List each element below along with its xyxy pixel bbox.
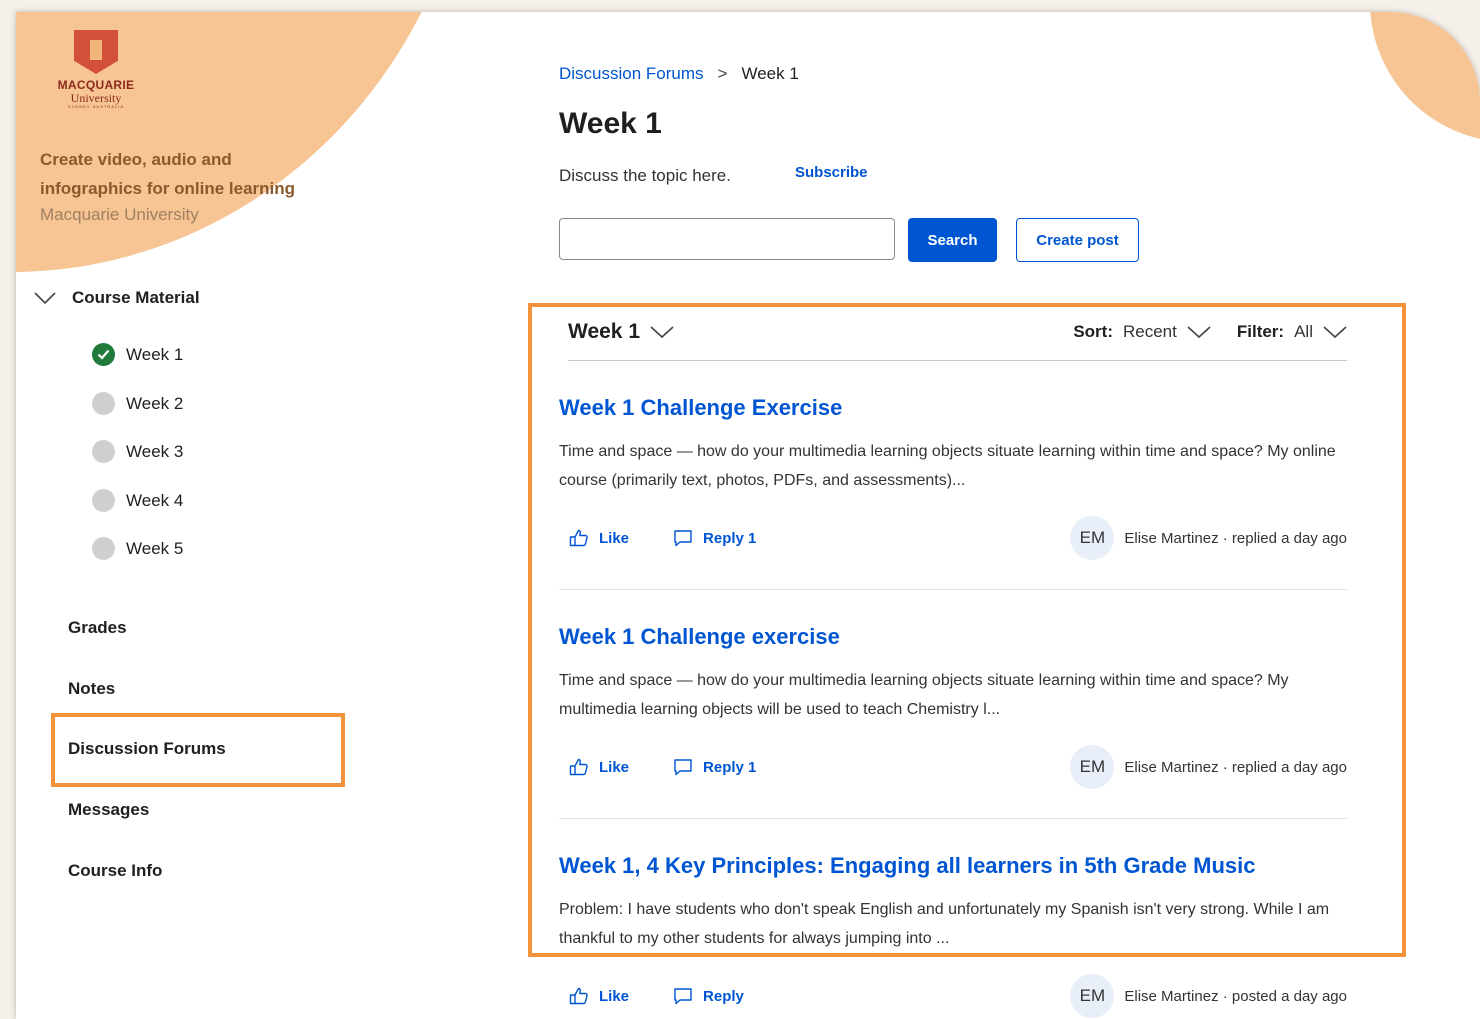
search-button[interactable]: Search	[908, 218, 997, 262]
breadcrumb-separator-icon: >	[717, 64, 728, 83]
search-input[interactable]	[559, 218, 895, 260]
week-label: Week 1	[126, 344, 184, 364]
incomplete-circle-icon	[92, 440, 115, 463]
section-label: Course Material	[72, 288, 200, 307]
course-title: Create video, audio and infographics for…	[40, 150, 296, 198]
page-title: Week 1	[559, 107, 662, 140]
sidebar-item-week-2[interactable]: Week 2	[92, 392, 183, 415]
breadcrumb-link-discussion-forums[interactable]: Discussion Forums	[559, 64, 704, 84]
chevron-down-icon	[34, 292, 56, 305]
subscribe-link[interactable]: Subscribe	[795, 164, 868, 181]
incomplete-circle-icon	[92, 489, 115, 512]
sidebar-item-week-4[interactable]: Week 4	[92, 489, 183, 512]
crest-icon	[74, 30, 118, 74]
sidebar-item-notes[interactable]: Notes	[68, 679, 115, 699]
course-material-toggle[interactable]: Course Material	[34, 288, 200, 308]
week-label: Week 4	[126, 490, 184, 510]
thumbs-up-icon	[569, 987, 588, 1005]
annotation-highlight-sidebar	[51, 713, 345, 787]
post-actions: Like Reply EM Elise Martinez · posted a …	[559, 974, 1347, 1018]
topic-description: Discuss the topic here.	[559, 166, 731, 185]
avatar[interactable]: EM	[1070, 974, 1115, 1018]
sidebar-item-week-1[interactable]: Week 1	[92, 343, 183, 366]
annotation-highlight-posts	[528, 303, 1406, 957]
incomplete-circle-icon	[92, 537, 115, 560]
incomplete-circle-icon	[92, 392, 115, 415]
breadcrumb-current: Week 1	[741, 64, 799, 83]
week-label: Week 5	[126, 538, 184, 558]
post-meta: EM Elise Martinez · posted a day ago	[1070, 974, 1347, 1018]
breadcrumb: Discussion Forums > Week 1	[559, 64, 799, 84]
week-label: Week 2	[126, 393, 184, 413]
create-post-button[interactable]: Create post	[1016, 218, 1139, 262]
post-meta-text: Elise Martinez · posted a day ago	[1124, 987, 1347, 1005]
like-button[interactable]: Like	[569, 986, 629, 1006]
app-window: MACQUARIE University SYDNEY·AUSTRALIA Cr…	[16, 12, 1480, 1019]
decorative-corner	[1370, 12, 1480, 142]
reply-label: Reply	[703, 987, 744, 1005]
reply-button[interactable]: Reply	[673, 986, 744, 1006]
check-circle-icon	[92, 343, 115, 366]
sidebar-item-grades[interactable]: Grades	[68, 618, 127, 638]
sidebar-item-week-3[interactable]: Week 3	[92, 440, 183, 463]
like-label: Like	[599, 987, 630, 1005]
university-logo[interactable]: MACQUARIE University SYDNEY·AUSTRALIA	[46, 30, 146, 109]
comment-icon	[674, 988, 692, 1005]
sidebar-item-course-info[interactable]: Course Info	[68, 861, 162, 881]
course-organization[interactable]: Macquarie University	[40, 205, 199, 225]
sidebar-item-week-5[interactable]: Week 5	[92, 537, 183, 560]
logo-text: MACQUARIE	[57, 78, 135, 92]
logo-subtext: University	[70, 91, 122, 105]
sidebar-item-messages[interactable]: Messages	[68, 800, 149, 820]
week-label: Week 3	[126, 441, 184, 461]
logo-tagline: SYDNEY·AUSTRALIA	[67, 104, 124, 109]
